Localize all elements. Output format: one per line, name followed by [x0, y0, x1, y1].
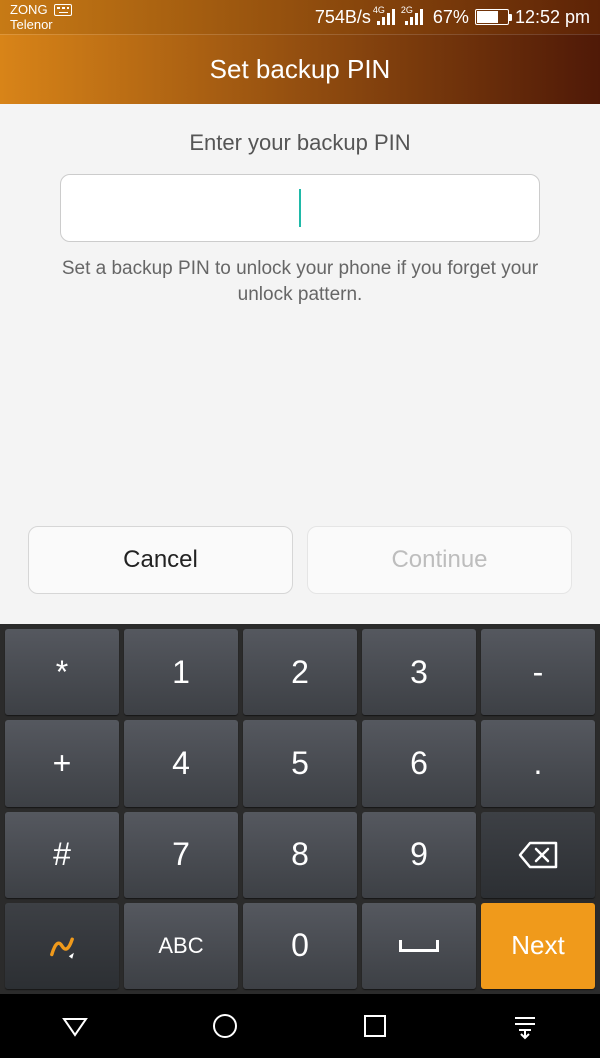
- signal-1-icon: [377, 9, 399, 25]
- nav-back-button[interactable]: [57, 1008, 93, 1044]
- key-9[interactable]: 9: [362, 812, 476, 898]
- key-plus[interactable]: +: [5, 720, 119, 806]
- key-4[interactable]: 4: [124, 720, 238, 806]
- page-title-text: Set backup PIN: [210, 54, 391, 85]
- text-cursor: [299, 189, 301, 227]
- signal-2-icon: [405, 9, 427, 25]
- data-rate: 754B/s: [315, 7, 371, 28]
- key-3[interactable]: 3: [362, 629, 476, 715]
- battery-icon: [475, 9, 509, 25]
- key-1[interactable]: 1: [124, 629, 238, 715]
- page-title: Set backup PIN: [0, 34, 600, 104]
- helper-text: Set a backup PIN to unlock your phone if…: [28, 256, 572, 307]
- nav-home-button[interactable]: [207, 1008, 243, 1044]
- nav-ime-switch-button[interactable]: [507, 1008, 543, 1044]
- key-5[interactable]: 5: [243, 720, 357, 806]
- navigation-bar: [0, 994, 600, 1058]
- pin-input[interactable]: [60, 174, 540, 242]
- cancel-button-label: Cancel: [123, 546, 198, 574]
- status-right: 754B/s 4G 2G 67% 12:52 pm: [315, 7, 590, 28]
- status-bar: ZONG Telenor 754B/s 4G 2G 67% 12:52 pm: [0, 0, 600, 34]
- key-8[interactable]: 8: [243, 812, 357, 898]
- key-hash[interactable]: #: [5, 812, 119, 898]
- nav-recent-button[interactable]: [357, 1008, 393, 1044]
- subtitle: Enter your backup PIN: [28, 130, 572, 156]
- continue-button-label: Continue: [391, 546, 487, 574]
- key-dot[interactable]: .: [481, 720, 595, 806]
- recent-square-icon: [362, 1013, 388, 1039]
- key-abc[interactable]: ABC: [124, 903, 238, 989]
- key-6[interactable]: 6: [362, 720, 476, 806]
- carrier-1: ZONG: [10, 2, 48, 17]
- battery-pct: 67%: [433, 7, 469, 28]
- key-2[interactable]: 2: [243, 629, 357, 715]
- continue-button: Continue: [307, 526, 572, 594]
- back-triangle-icon: [60, 1011, 90, 1041]
- clock: 12:52 pm: [515, 7, 590, 28]
- status-carriers: ZONG Telenor: [10, 2, 72, 32]
- ime-switch-icon: [511, 1012, 539, 1040]
- swype-icon: [45, 929, 79, 963]
- numeric-keypad: * 1 2 3 - + 4 5 6 . # 7 8 9: [0, 624, 600, 994]
- key-7[interactable]: 7: [124, 812, 238, 898]
- key-next[interactable]: Next: [481, 903, 595, 989]
- button-row: Cancel Continue: [28, 526, 572, 594]
- content-area: Enter your backup PIN Set a backup PIN t…: [0, 104, 600, 624]
- cancel-button[interactable]: Cancel: [28, 526, 293, 594]
- key-space[interactable]: [362, 903, 476, 989]
- carrier-2: Telenor: [10, 17, 72, 32]
- space-icon: [399, 940, 439, 952]
- key-swype[interactable]: [5, 903, 119, 989]
- key-minus[interactable]: -: [481, 629, 595, 715]
- backspace-icon: [518, 841, 558, 869]
- key-0[interactable]: 0: [243, 903, 357, 989]
- home-circle-icon: [210, 1011, 240, 1041]
- key-star[interactable]: *: [5, 629, 119, 715]
- key-backspace[interactable]: [481, 812, 595, 898]
- keyboard-icon: [54, 4, 72, 16]
